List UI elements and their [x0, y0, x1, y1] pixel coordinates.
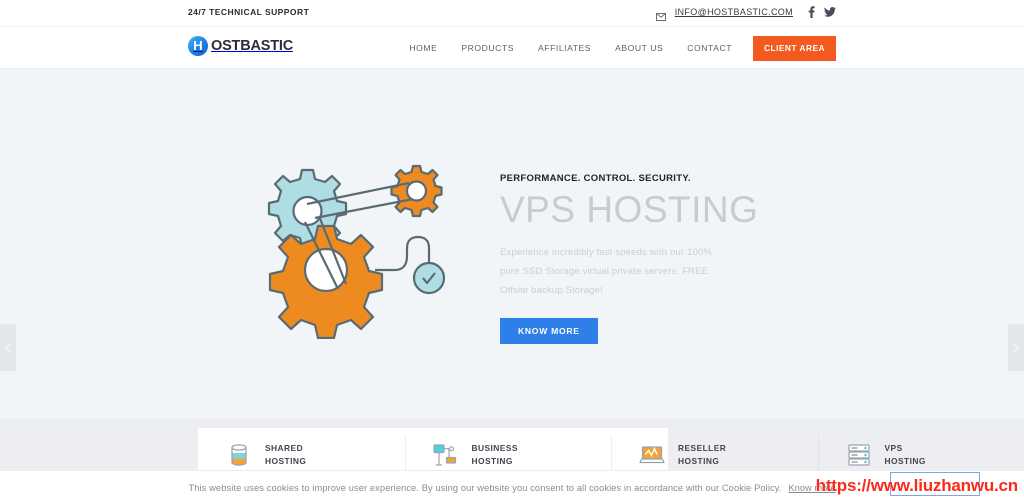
watermark-url: https://www.liuzhanwu.cn — [815, 476, 1019, 495]
laptop-chart-icon — [639, 442, 665, 468]
nav-home[interactable]: HOME — [397, 27, 449, 69]
service-label: RESELLER HOSTING — [678, 442, 726, 468]
service-label-line1: BUSINESS — [471, 442, 518, 453]
service-label-line2: HOSTING — [884, 455, 926, 466]
know-more-button[interactable]: KNOW MORE — [500, 317, 598, 344]
network-monitor-icon — [432, 442, 459, 468]
service-label-line2: HOSTING — [265, 455, 307, 466]
hero-title: VPS HOSTING — [500, 189, 759, 230]
gears-illustration — [243, 154, 473, 340]
facebook-icon[interactable] — [808, 6, 815, 18]
main-navigation: HOME PRODUCTS AFFILIATES ABOUT US CONTAC… — [397, 27, 836, 69]
twitter-icon[interactable] — [824, 7, 836, 17]
hero-description: Experience incredibly fast speeds with o… — [500, 246, 713, 296]
service-label-line2: HOSTING — [678, 455, 720, 466]
envelope-icon — [655, 8, 666, 21]
page-root: 24/7 TECHNICAL SUPPORT INFO@HOSTBASTIC.C… — [0, 0, 1024, 504]
social-links — [808, 6, 836, 18]
service-label-line1: RESELLER — [678, 442, 727, 453]
logo-text: OSTBASTIC — [211, 38, 293, 54]
service-label: BUSINESS HOSTING — [472, 442, 518, 468]
site-header: H OSTBASTIC HOME PRODUCTS AFFILIATES ABO… — [0, 27, 1024, 69]
chevron-right-icon — [1009, 342, 1020, 353]
server-rack-icon — [846, 442, 872, 468]
database-icon — [226, 442, 252, 468]
hero-eyebrow: PERFORMANCE. CONTROL. SECURITY. — [500, 173, 691, 184]
service-label-line1: SHARED — [265, 442, 304, 453]
nav-contact[interactable]: CONTACT — [675, 27, 744, 69]
nav-affiliates[interactable]: AFFILIATES — [526, 27, 603, 69]
support-tagline: 24/7 TECHNICAL SUPPORT — [188, 7, 310, 17]
hero-next-button[interactable] — [1008, 324, 1024, 371]
hero-copy: PERFORMANCE. CONTROL. SECURITY. VPS HOST… — [500, 173, 759, 344]
client-area-button[interactable]: CLIENT AREA — [753, 35, 836, 61]
service-label-line2: HOSTING — [471, 455, 513, 466]
service-label-line1: VPS — [884, 442, 903, 453]
hero-slider: PERFORMANCE. CONTROL. SECURITY. VPS HOST… — [0, 69, 1024, 419]
hero-prev-button[interactable] — [0, 324, 16, 371]
cookie-message: This website uses cookies to improve use… — [188, 482, 782, 493]
email-link[interactable]: INFO@HOSTBASTIC.COM — [675, 7, 793, 17]
nav-products[interactable]: PRODUCTS — [449, 27, 526, 69]
nav-about-us[interactable]: ABOUT US — [603, 27, 675, 69]
chevron-left-icon — [4, 342, 15, 353]
service-label: VPS HOSTING — [885, 442, 926, 468]
logo-mark-icon: H — [188, 36, 208, 56]
site-logo[interactable]: H OSTBASTIC — [188, 36, 293, 56]
topbar-contact-group: INFO@HOSTBASTIC.COM — [655, 6, 836, 21]
service-label: SHARED HOSTING — [265, 442, 306, 468]
top-utility-bar: 24/7 TECHNICAL SUPPORT INFO@HOSTBASTIC.C… — [0, 0, 1024, 27]
